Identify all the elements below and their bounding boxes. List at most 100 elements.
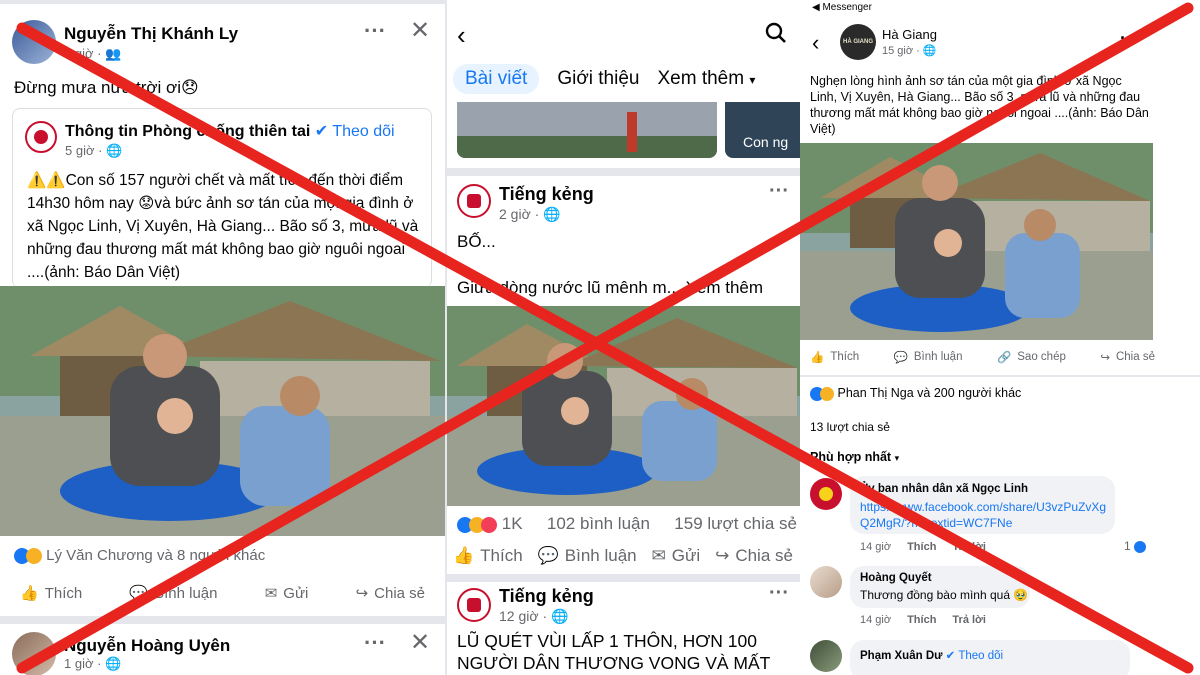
share-count[interactable]: 159 lượt chia sẻ	[674, 514, 797, 534]
reaction-count[interactable]: 1K	[457, 514, 523, 534]
comment-reply-button[interactable]: Trả lời	[952, 541, 986, 553]
follow-link[interactable]: Theo dõi	[332, 123, 394, 140]
tab-posts[interactable]: Bài viết	[453, 64, 540, 94]
post-line-2[interactable]: Giữa dòng nước lũ mênh m... Xem thêm	[457, 278, 763, 298]
share-button[interactable]: ↪ Chia sẻ	[1100, 350, 1155, 364]
send-button[interactable]: ✉ Gửi	[265, 584, 309, 603]
comment-meta: 14 giờ Thích Trả lời	[860, 614, 986, 626]
tab-about[interactable]: Giới thiệu	[557, 68, 639, 90]
feed-divider	[447, 168, 800, 176]
comment-like-count[interactable]: 1	[1124, 539, 1147, 553]
share-count[interactable]: 13 lượt chia sẻ	[810, 420, 890, 434]
link-icon: 🔗	[996, 352, 1012, 364]
comment-button[interactable]: 💬 Bình luận	[129, 584, 217, 603]
close-icon[interactable]: ✕	[410, 16, 430, 45]
commenter-avatar[interactable]	[810, 478, 842, 510]
comment-button[interactable]: 💬 Bình luận	[894, 350, 963, 364]
comment-like-button[interactable]: Thích	[907, 541, 936, 553]
page-avatar[interactable]	[25, 121, 57, 153]
comment-count[interactable]: 102 bình luận	[547, 514, 650, 534]
close-icon[interactable]: ✕	[410, 628, 430, 657]
next-post-time: 1 giờ	[64, 656, 94, 671]
commenter-avatar[interactable]	[810, 640, 842, 672]
top-divider	[0, 0, 445, 4]
comment-reply-button[interactable]: Trả lời	[952, 614, 986, 626]
comment-like-button[interactable]: Thích	[907, 614, 936, 626]
caret-down-icon: ▾	[749, 73, 756, 87]
more-options-icon[interactable]: ···	[769, 582, 789, 605]
copy-button[interactable]: 🔗 Sao chép	[997, 350, 1066, 364]
post-headline: LŨ QUÉT VÙI LẤP 1 THÔN, HƠN 100 NGƯỜI DÂ…	[457, 631, 771, 673]
comment-author[interactable]: Phạm Xuân Dư	[860, 650, 942, 662]
next-avatar[interactable]	[12, 632, 56, 675]
like-button[interactable]: 👍 Thích	[20, 584, 82, 603]
action-bar: 👍 Thích 💬 Bình luận ✉ Gửi ↪ Chia sẻ	[20, 584, 425, 603]
comment-sort[interactable]: Phù hợp nhất ▾	[810, 450, 899, 464]
page-avatar[interactable]	[457, 184, 491, 218]
comment-author[interactable]: Hoàng Quyết	[860, 572, 932, 584]
back-to-app[interactable]: ◀ Messenger	[812, 2, 872, 13]
avatar[interactable]	[12, 20, 56, 64]
page-name[interactable]: Thông tin Phòng chống thiên tai	[65, 123, 310, 140]
back-arrow-icon[interactable]: ‹	[812, 30, 819, 56]
left-panel: Nguyễn Thị Khánh Ly 6 giờ · 👥 ··· ✕ Đừng…	[0, 0, 445, 675]
search-icon-svg	[765, 22, 786, 43]
verified-icon: ✔	[314, 123, 329, 140]
more-options-icon[interactable]: ···	[364, 18, 386, 44]
more-options-icon[interactable]: ···	[364, 630, 386, 656]
flood-photo-image	[0, 286, 445, 536]
like-button[interactable]: 👍 Thích	[810, 350, 859, 364]
reaction-summary[interactable]: Phan Thị Nga và 200 người khác	[810, 386, 1021, 401]
author-name[interactable]: Nguyễn Thị Khánh Ly	[64, 24, 238, 44]
tile-label: Con ng	[743, 134, 789, 150]
friends-icon: · 👥	[97, 46, 122, 61]
follow-link[interactable]: Theo dõi	[958, 650, 1003, 662]
flood-photo[interactable]	[0, 286, 445, 536]
tile-image	[457, 102, 717, 158]
flood-photo-image	[447, 306, 800, 506]
flood-photo[interactable]	[447, 306, 800, 506]
middle-panel: ‹ Bài viết Giới thiệu Xem thêm ▾ Con ng …	[447, 0, 800, 675]
comment-button[interactable]: 💬 Bình luận	[538, 546, 637, 566]
more-options-icon[interactable]: ···	[769, 180, 789, 203]
page-tabs: Bài viết Giới thiệu Xem thêm ▾	[453, 64, 755, 94]
globe-icon: · 🌐	[916, 45, 937, 57]
engagement-summary: 1K 102 bình luận 159 lượt chia sẻ	[457, 514, 797, 534]
shared-post-card[interactable]: Thông tin Phòng chống thiên tai ✔ Theo d…	[12, 108, 432, 288]
share-button[interactable]: ↪ Chia sẻ	[715, 546, 793, 566]
share-button[interactable]: ↪ Chia sẻ	[356, 584, 425, 603]
author-name[interactable]: Tiếng kẻng	[499, 586, 594, 607]
page-avatar[interactable]	[457, 588, 491, 622]
like-button[interactable]: 👍 Thích	[453, 546, 523, 566]
comment-icon: 💬	[893, 352, 908, 364]
share-icon: ↪	[1100, 352, 1110, 364]
globe-icon: · 🌐	[97, 656, 122, 671]
next-author-name[interactable]: Nguyễn Hoàng Uyên	[64, 636, 230, 656]
photo-tile[interactable]	[457, 102, 717, 158]
more-options-icon[interactable]: ···	[1120, 28, 1138, 49]
action-bar: 👍 Thích 💬 Bình luận ✉ Gửi ↪ Chia sẻ	[453, 546, 793, 566]
post-line-1: BỐ...	[457, 232, 496, 251]
like-reaction-icon	[1134, 540, 1147, 553]
comment-bubble: Ủy ban nhân dân xã Ngọc Linh https://www…	[850, 476, 1115, 534]
page-avatar[interactable]: HÀ GIANG	[840, 24, 876, 60]
comment-time: 14 giờ	[860, 541, 892, 553]
feed-divider	[0, 616, 445, 624]
flood-photo[interactable]	[800, 143, 1153, 340]
comment-author[interactable]: Ủy ban nhân dân xã Ngọc Linh	[860, 483, 1028, 495]
tab-more[interactable]: Xem thêm ▾	[657, 68, 755, 90]
send-button[interactable]: ✉ Gửi	[652, 546, 701, 566]
comment-icon: 💬	[537, 546, 559, 565]
comment-link[interactable]: https://www.facebook.com/share/U3vzPuZvX…	[860, 499, 1110, 531]
right-panel: ◀ Messenger ‹ HÀ GIANG Hà Giang 15 giờ ·…	[800, 0, 1200, 675]
photo-tile-2[interactable]: Con ng	[725, 102, 800, 158]
back-arrow-icon[interactable]: ‹	[457, 20, 466, 51]
flood-photo-image	[800, 143, 1153, 340]
post-time: 15 giờ	[882, 45, 914, 57]
page-name[interactable]: Hà Giang	[882, 27, 937, 42]
reaction-summary[interactable]: Lý Văn Chương và 8 người khác	[14, 547, 265, 565]
globe-icon: · 🌐	[542, 608, 569, 624]
commenter-avatar[interactable]	[810, 566, 842, 598]
search-icon[interactable]	[765, 22, 787, 50]
author-name[interactable]: Tiếng kẻng	[499, 184, 594, 205]
